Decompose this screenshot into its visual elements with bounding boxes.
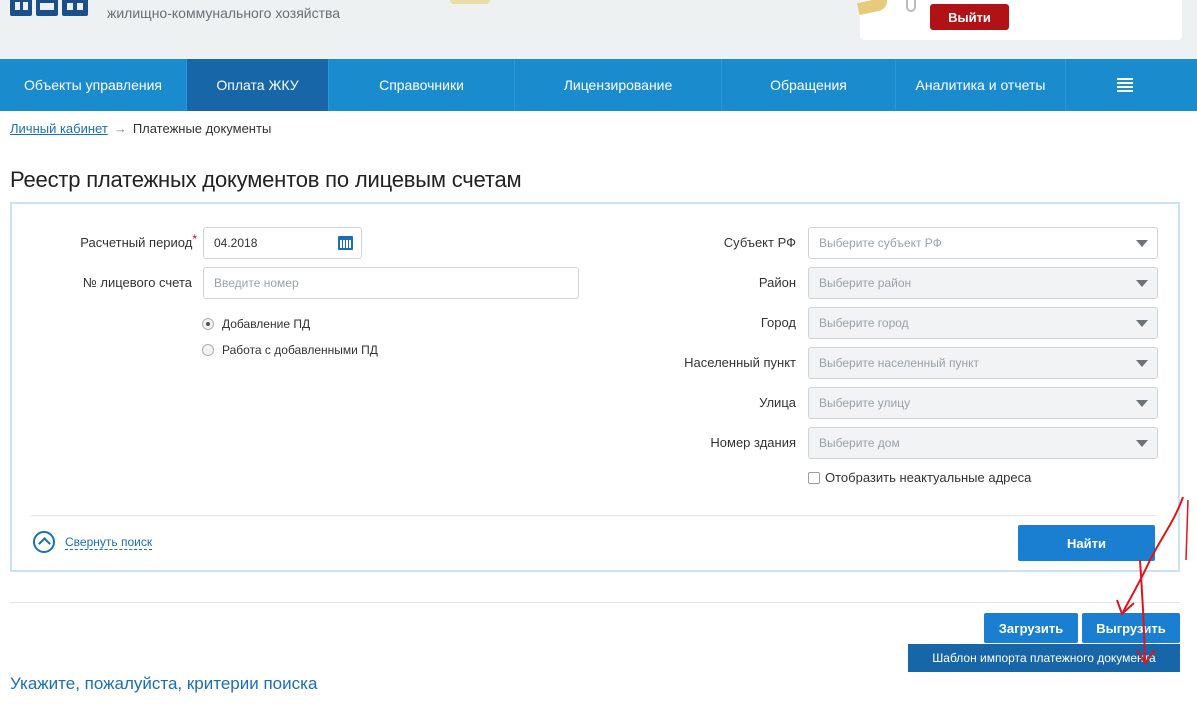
- page-title: Реестр платежных документов по лицевым с…: [10, 167, 522, 192]
- radio-button[interactable]: [202, 344, 214, 356]
- building-label: Номер здания: [710, 435, 796, 450]
- checkbox[interactable]: [808, 471, 820, 484]
- show-inactive-label: Отобразить неактуальные адреса: [825, 470, 1032, 485]
- radio-add-label: Добавление ПД: [222, 317, 311, 331]
- subject-label: Субъект РФ: [723, 235, 796, 250]
- building-select[interactable]: Выберите дом: [808, 427, 1158, 459]
- breadcrumb-separator: →: [113, 121, 127, 136]
- subject-placeholder: Выберите субъект РФ: [819, 236, 942, 250]
- district-select[interactable]: Выберите район: [808, 267, 1158, 299]
- import-template-menu-item[interactable]: Шаблон импорта платежного документа: [908, 644, 1180, 672]
- radio-button-checked[interactable]: [202, 318, 214, 330]
- building-placeholder: Выберите дом: [819, 436, 900, 450]
- menu-button[interactable]: [1066, 59, 1183, 111]
- radio-add-pd[interactable]: Добавление ПД: [202, 317, 310, 331]
- settlement-select[interactable]: Выберите населенный пункт: [808, 347, 1158, 379]
- radio-work-pd[interactable]: Работа с добавленными ПД: [202, 343, 378, 357]
- settlement-label: Населенный пункт: [684, 355, 796, 370]
- collapse-search[interactable]: Свернуть поиск: [33, 531, 153, 553]
- city-select[interactable]: Выберите город: [808, 307, 1158, 339]
- section-divider: [10, 602, 1180, 603]
- show-inactive-checkbox[interactable]: Отобразить неактуальные адреса: [808, 470, 1031, 485]
- subject-select[interactable]: Выберите субъект РФ: [808, 227, 1158, 259]
- chevron-down-icon: [1136, 440, 1148, 447]
- required-mark: *: [192, 232, 197, 246]
- chevron-down-icon: [1136, 320, 1148, 327]
- search-hint: Укажите, пожалуйста, критерии поиска: [10, 674, 318, 693]
- nav-item-analytics[interactable]: Аналитика и отчеты: [896, 59, 1066, 111]
- site-header: жилищно-коммунального хозяйства Выйти: [0, 0, 1197, 59]
- main-nav: Объекты управления Оплата ЖКУ Справочник…: [0, 59, 1197, 111]
- chevron-down-icon: [1136, 280, 1148, 287]
- account-label: № лицевого счета: [82, 275, 192, 290]
- breadcrumb-home-link[interactable]: Личный кабинет: [10, 121, 108, 136]
- collapse-search-link[interactable]: Свернуть поиск: [65, 535, 153, 550]
- upload-button[interactable]: Загрузить: [984, 613, 1078, 643]
- period-label: Расчетный период*: [80, 232, 197, 250]
- street-label: Улица: [759, 395, 796, 410]
- nav-item-directories[interactable]: Справочники: [329, 59, 515, 111]
- calendar-icon[interactable]: [338, 236, 353, 250]
- panel-divider: [31, 515, 1157, 516]
- street-placeholder: Выберите улицу: [819, 396, 911, 410]
- lamp-icon: [906, 0, 916, 12]
- breadcrumb-current: Платежные документы: [132, 121, 272, 136]
- district-placeholder: Выберите район: [819, 276, 912, 290]
- site-subtitle: жилищно-коммунального хозяйства: [107, 5, 341, 21]
- find-button[interactable]: Найти: [1018, 525, 1155, 561]
- chevron-down-icon: [1136, 360, 1148, 367]
- city-placeholder: Выберите город: [819, 316, 909, 330]
- search-panel: Расчетный период* 04.2018 № лицевого сче…: [10, 202, 1180, 572]
- header-decoration: [450, 0, 490, 4]
- radio-work-label: Работа с добавленными ПД: [222, 343, 378, 357]
- city-label: Город: [760, 315, 796, 330]
- breadcrumb: Личный кабинет → Платежные документы: [10, 121, 271, 136]
- nav-item-appeals[interactable]: Обращения: [722, 59, 896, 111]
- period-input[interactable]: 04.2018: [203, 227, 362, 259]
- account-input[interactable]: Введите номер: [203, 267, 579, 299]
- settlement-placeholder: Выберите населенный пункт: [819, 356, 979, 370]
- chevron-down-icon: [1136, 240, 1148, 247]
- district-label: Район: [758, 275, 796, 290]
- street-select[interactable]: Выберите улицу: [808, 387, 1158, 419]
- nav-item-licensing[interactable]: Лицензирование: [515, 59, 722, 111]
- period-value: 04.2018: [214, 236, 258, 250]
- nav-item-objects[interactable]: Объекты управления: [0, 59, 187, 111]
- nav-item-payment[interactable]: Оплата ЖКУ: [187, 59, 329, 111]
- chevron-down-icon: [1136, 400, 1148, 407]
- chevron-up-icon[interactable]: [33, 531, 55, 553]
- logout-button[interactable]: Выйти: [930, 4, 1009, 30]
- menu-icon: [1116, 78, 1133, 92]
- download-button[interactable]: Выгрузить: [1082, 613, 1180, 643]
- gis-logo[interactable]: [10, 0, 92, 18]
